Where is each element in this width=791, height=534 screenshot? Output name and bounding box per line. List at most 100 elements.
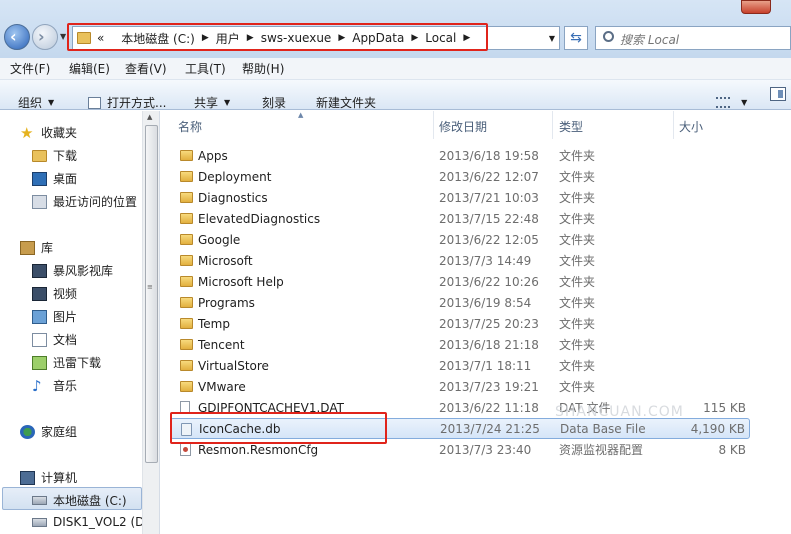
file-type: 文件夹: [559, 317, 596, 331]
search-icon: [603, 31, 614, 42]
file-name: Tencent: [198, 337, 245, 352]
folder-icon: [180, 360, 193, 371]
column-size[interactable]: 大小: [679, 118, 703, 135]
file-date: 2013/6/18 21:18: [439, 337, 539, 352]
nav-desktop[interactable]: 桌面: [32, 170, 77, 187]
nav-favorites-label: 收藏夹: [41, 126, 78, 140]
file-row[interactable]: Temp 2013/7/25 20:23 文件夹: [170, 313, 750, 334]
file-row[interactable]: Diagnostics 2013/7/21 10:03 文件夹: [170, 187, 750, 208]
pane-divider[interactable]: [159, 111, 165, 534]
folder-icon: [180, 255, 193, 266]
burn-label: 刻录: [262, 96, 287, 110]
video-library-icon: [32, 263, 47, 278]
file-name: Apps: [198, 148, 228, 163]
nav-homegroup[interactable]: 家庭组: [20, 423, 77, 440]
search-input[interactable]: [595, 26, 791, 50]
arrow-right-icon: ›: [38, 27, 45, 46]
nav-disk1[interactable]: DISK1_VOL2 (D: [32, 515, 144, 529]
nav-recent[interactable]: 最近访问的位置: [32, 193, 137, 210]
star-icon: ★: [20, 123, 34, 142]
column-divider[interactable]: [433, 111, 434, 139]
video-icon: [32, 286, 47, 301]
desktop-icon: [32, 171, 47, 186]
recent-pages-dropdown[interactable]: ▼: [60, 32, 66, 41]
view-icon: [716, 97, 730, 108]
file-name: Microsoft Help: [198, 274, 284, 289]
open-with-icon: [88, 96, 101, 109]
column-name[interactable]: 名称: [178, 118, 202, 135]
file-date: 2013/6/22 12:07: [439, 169, 539, 184]
address-dropdown-icon[interactable]: ▼: [549, 34, 555, 43]
nav-pictures[interactable]: 图片: [32, 308, 77, 325]
close-button[interactable]: [741, 0, 771, 14]
menu-view[interactable]: 查看(V): [115, 60, 171, 77]
file-type: 文件夹: [559, 233, 596, 247]
menu-tools[interactable]: 工具(T): [175, 60, 228, 77]
nav-scrollbar[interactable]: ▲ ≡: [142, 111, 159, 534]
file-size: 115 KB: [703, 400, 746, 415]
menu-edit[interactable]: 编辑(E): [59, 60, 111, 77]
file-type: 文件夹: [559, 380, 596, 394]
file-date: 2013/6/22 12:05: [439, 232, 539, 247]
nav-videos[interactable]: 视频: [32, 285, 77, 302]
resmon-config-icon: [180, 443, 191, 456]
title-bar: ‹ › ▼ « 本地磁盘 (C:) ▶ 用户 ▶ sws-xuexue ▶ Ap…: [0, 0, 791, 58]
menu-file[interactable]: 文件(F): [0, 60, 55, 77]
refresh-icon: ⇆: [570, 30, 582, 46]
nav-disk1-label: DISK1_VOL2 (D: [53, 515, 145, 529]
file-row[interactable]: Deployment 2013/6/22 12:07 文件夹: [170, 166, 750, 187]
file-row[interactable]: Programs 2013/6/19 8:54 文件夹: [170, 292, 750, 313]
column-divider[interactable]: [552, 111, 553, 139]
file-date: 2013/6/22 10:26: [439, 274, 539, 289]
refresh-button[interactable]: ⇆: [564, 26, 588, 50]
column-divider[interactable]: [673, 111, 674, 139]
nav-libraries[interactable]: 库: [20, 239, 53, 256]
sort-ascending-icon: ▲: [298, 111, 304, 119]
folder-icon: [180, 171, 193, 182]
file-type: 文件夹: [559, 296, 596, 310]
highlight-box-file: [170, 412, 387, 444]
share-label: 共享: [194, 96, 219, 110]
highlight-box-address: [67, 23, 488, 51]
file-row[interactable]: Tencent 2013/6/18 21:18 文件夹: [170, 334, 750, 355]
file-row[interactable]: Apps 2013/6/18 19:58 文件夹: [170, 145, 750, 166]
nav-documents[interactable]: 文档: [32, 331, 77, 348]
nav-recent-label: 最近访问的位置: [53, 195, 138, 209]
scroll-up-icon[interactable]: ▲: [147, 113, 152, 121]
file-row[interactable]: VMware 2013/7/23 19:21 文件夹: [170, 376, 750, 397]
nav-storm[interactable]: 暴风影视库: [32, 262, 113, 279]
drive-icon: [32, 517, 47, 527]
recent-places-icon: [32, 194, 47, 209]
new-folder-label: 新建文件夹: [316, 96, 377, 110]
menu-help[interactable]: 帮助(H): [232, 60, 284, 77]
file-row[interactable]: Google 2013/6/22 12:05 文件夹: [170, 229, 750, 250]
file-row[interactable]: VirtualStore 2013/7/1 18:11 文件夹: [170, 355, 750, 376]
file-type: 文件夹: [559, 191, 596, 205]
column-type[interactable]: 类型: [559, 118, 583, 135]
homegroup-icon: [20, 424, 35, 439]
file-row[interactable]: Microsoft Help 2013/6/22 10:26 文件夹: [170, 271, 750, 292]
nav-computer[interactable]: 计算机: [20, 469, 77, 486]
nav-libraries-label: 库: [41, 241, 54, 255]
file-type: 文件夹: [559, 338, 596, 352]
file-type: 资源监视器配置: [559, 443, 644, 457]
preview-pane-button[interactable]: [770, 87, 786, 101]
nav-downloads[interactable]: 下载: [32, 147, 77, 164]
column-date[interactable]: 修改日期: [439, 118, 487, 135]
file-date: 2013/7/24 21:25: [440, 421, 540, 436]
forward-button[interactable]: ›: [32, 24, 58, 50]
scrollbar-thumb[interactable]: [145, 125, 158, 463]
file-date: 2013/7/15 22:48: [439, 211, 539, 226]
folder-icon: [180, 213, 193, 224]
file-name: Deployment: [198, 169, 272, 184]
library-icon: [20, 240, 35, 255]
nav-thunder[interactable]: 迅雷下载: [32, 354, 101, 371]
file-row[interactable]: Microsoft 2013/7/3 14:49 文件夹: [170, 250, 750, 271]
folder-icon: [180, 234, 193, 245]
nav-local-disk[interactable]: 本地磁盘 (C:): [32, 492, 127, 509]
nav-favorites[interactable]: ★ 收藏夹: [20, 124, 77, 141]
back-button[interactable]: ‹: [4, 24, 30, 50]
file-row[interactable]: ElevatedDiagnostics 2013/7/15 22:48 文件夹: [170, 208, 750, 229]
nav-music[interactable]: ♪ 音乐: [32, 377, 77, 394]
file-type: 文件夹: [559, 254, 596, 268]
